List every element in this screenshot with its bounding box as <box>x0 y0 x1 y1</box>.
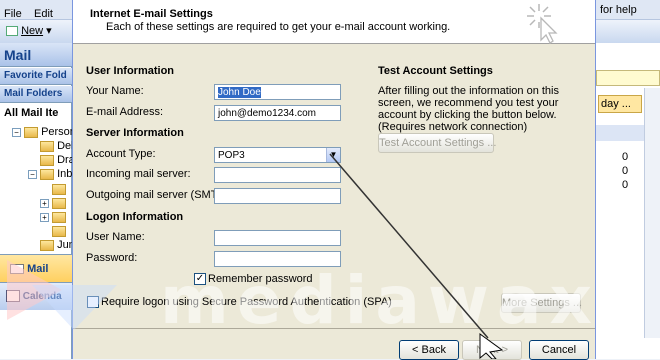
mail-folders-header[interactable]: Mail Folders <box>0 86 72 103</box>
tree-personal[interactable]: − Person <box>12 126 76 138</box>
help-search-box[interactable]: for help <box>600 4 637 16</box>
folder-icon <box>52 225 66 237</box>
test-account-settings-button[interactable]: Test Account Settings ... <box>378 133 496 153</box>
incoming-server-label: Incoming mail server: <box>86 168 191 180</box>
search-bar[interactable] <box>596 70 660 86</box>
logon-info-heading: Logon Information <box>86 211 184 223</box>
test-settings-description: After filling out the information on thi… <box>378 85 559 133</box>
email-address-label: E-mail Address: <box>86 106 164 118</box>
new-button[interactable]: New ▾ <box>6 24 52 37</box>
folder-icon <box>52 197 66 209</box>
email-address-input[interactable]: john@demo1234.com <box>214 105 341 121</box>
test-settings-heading: Test Account Settings <box>378 65 493 77</box>
dialog-header: Internet E-mail Settings Each of these s… <box>73 0 595 44</box>
tree-subfolder-2[interactable] <box>52 225 66 237</box>
calendar-day-item[interactable]: day ... <box>598 95 642 113</box>
next-button[interactable]: Next > <box>462 340 522 360</box>
tree-subfolder-expand-2[interactable]: + <box>40 211 66 223</box>
tree-drafts[interactable]: Dra <box>40 154 75 166</box>
account-type-label: Account Type: <box>86 148 156 160</box>
folder-icon <box>52 183 66 195</box>
wizard-cursor-icon <box>527 4 558 44</box>
new-mail-icon <box>6 26 18 37</box>
folder-icon <box>40 140 54 152</box>
all-mail-items[interactable]: All Mail Ite <box>4 107 58 119</box>
incoming-server-input[interactable] <box>214 167 341 183</box>
tree-subfolder-expand[interactable]: + <box>40 197 66 209</box>
account-type-select[interactable]: POP3 ▼ <box>214 147 341 163</box>
dropdown-arrow-icon[interactable]: ▼ <box>326 148 340 162</box>
outgoing-server-input[interactable] <box>214 188 341 204</box>
your-name-label: Your Name: <box>86 85 144 97</box>
your-name-input[interactable]: John Doe <box>214 84 341 100</box>
outgoing-server-label: Outgoing mail server (SMTP): <box>86 189 232 201</box>
username-input[interactable] <box>214 230 341 246</box>
expand-icon[interactable]: + <box>40 198 49 208</box>
folder-icon <box>40 154 54 166</box>
folder-icon <box>24 126 38 138</box>
pane-title: Mail <box>0 43 72 67</box>
dialog-title: Internet E-mail Settings <box>90 8 213 20</box>
folder-icon <box>40 168 54 180</box>
collapse-icon[interactable]: − <box>28 169 37 179</box>
tree-deleted[interactable]: Del <box>40 140 74 152</box>
count-1: 0 <box>622 151 629 163</box>
expand-icon[interactable]: + <box>40 212 49 222</box>
tree-subfolder[interactable] <box>52 183 66 195</box>
mediawax-logo <box>7 260 117 330</box>
count-3: 0 <box>622 179 629 191</box>
tree-inbox[interactable]: − Inb <box>28 168 72 180</box>
folder-icon <box>52 211 66 223</box>
server-info-heading: Server Information <box>86 127 184 139</box>
collapse-icon[interactable]: − <box>12 127 21 137</box>
cancel-button[interactable]: Cancel <box>529 340 589 360</box>
favorite-folders-header[interactable]: Favorite Fold <box>0 68 72 85</box>
column-header[interactable] <box>596 125 644 141</box>
watermark-text: mediawax <box>160 262 601 339</box>
vertical-scrollbar[interactable] <box>644 88 660 338</box>
back-button[interactable]: < Back <box>399 340 459 360</box>
dialog-subtitle: Each of these settings are required to g… <box>106 21 451 33</box>
count-2: 0 <box>622 165 629 177</box>
user-info-heading: User Information <box>86 65 175 77</box>
